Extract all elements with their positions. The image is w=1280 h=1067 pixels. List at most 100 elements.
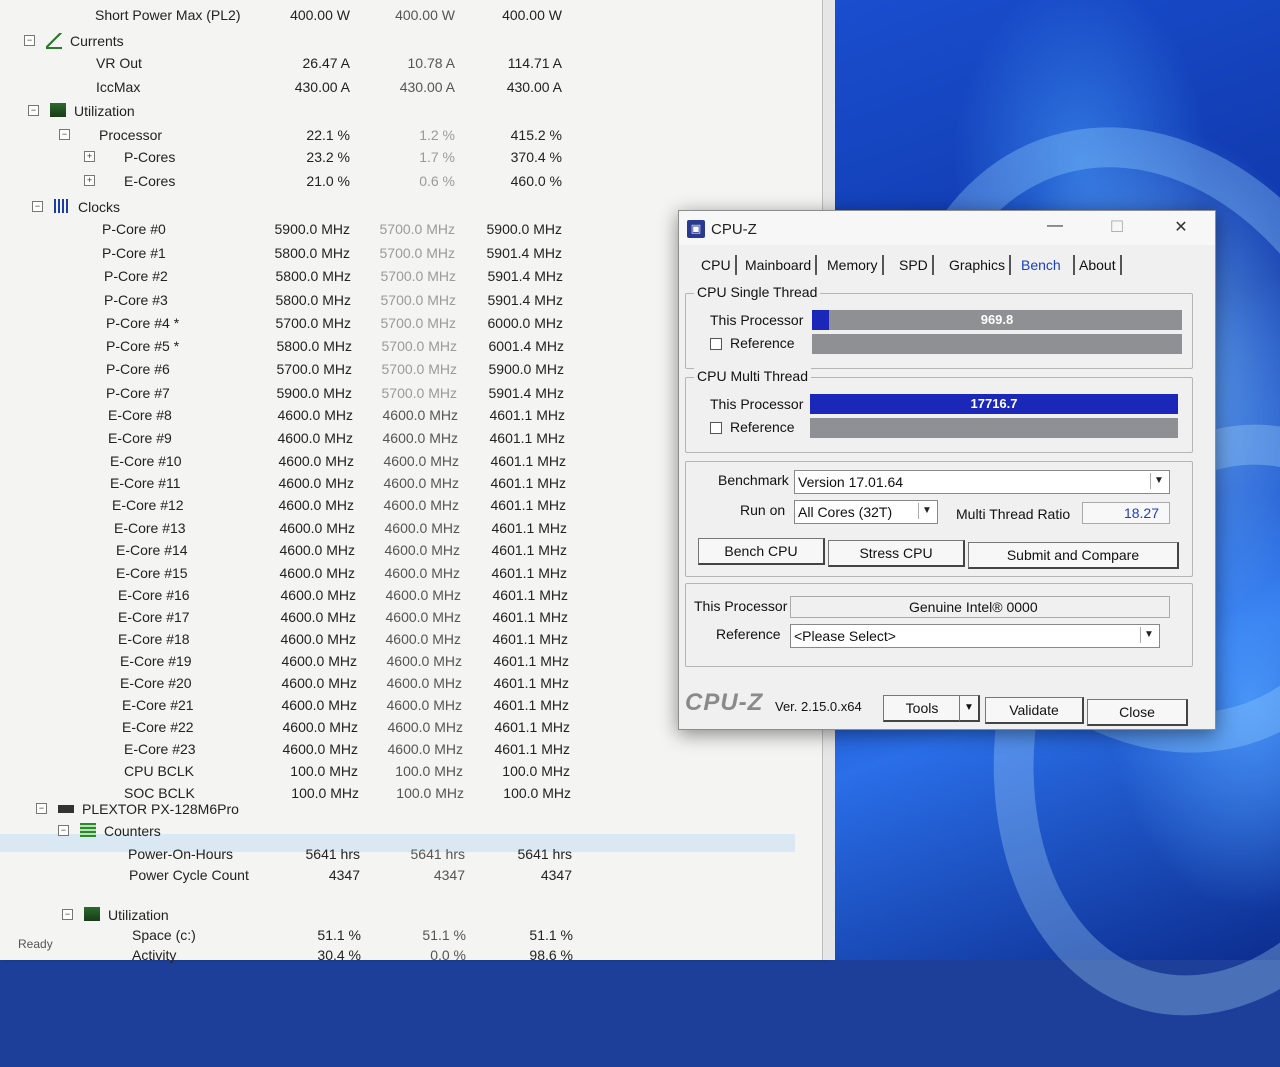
sensor-name: P-Core #4 * <box>106 315 180 331</box>
tab-bench[interactable]: Bench <box>1017 255 1065 275</box>
maximum-value: 4601.1 MHz <box>492 587 568 603</box>
submit-compare-button[interactable]: Submit and Compare <box>968 542 1179 569</box>
sensor-name: E-Core #8 <box>108 407 172 423</box>
multi-reference-checkbox[interactable] <box>710 422 722 434</box>
runon-select[interactable]: All Cores (32T) ▼ <box>794 500 938 524</box>
collapse-toggle[interactable]: − <box>32 201 43 212</box>
tools-dropdown-button[interactable]: ▼ <box>959 695 980 722</box>
sensor-name: Short Power Max (PL2) <box>95 7 241 23</box>
sensor-group-row[interactable]: − Currents <box>0 30 820 52</box>
sensor-group-row[interactable]: − Utilization <box>0 904 820 926</box>
sensor-row[interactable]: Space (c:) 51.1 % 51.1 % 51.1 % <box>0 924 820 946</box>
bench-cpu-button[interactable]: Bench CPU <box>698 538 825 565</box>
collapse-toggle[interactable]: − <box>24 35 35 46</box>
tab-cpu[interactable]: CPU <box>697 255 737 275</box>
tab-graphics[interactable]: Graphics <box>945 255 1012 275</box>
multi-thread-group: CPU Multi Thread This Processor 17716.7 … <box>685 368 1193 453</box>
current-value: 5800.0 MHz <box>275 268 351 284</box>
sensor-name: E-Core #16 <box>118 587 190 603</box>
minimum-value: 0.6 % <box>419 173 455 189</box>
sensor-row[interactable]: + E-Cores 21.0 % 0.6 % 460.0 % <box>0 170 820 192</box>
tab-about[interactable]: About <box>1073 255 1122 275</box>
minimum-value: 4600.0 MHz <box>385 609 461 625</box>
sensor-name: P-Core #3 <box>104 292 168 308</box>
expand-toggle[interactable]: + <box>84 175 95 186</box>
sensor-row[interactable]: E-Core #23 4600.0 MHz 4600.0 MHz 4601.1 MHz <box>0 738 820 760</box>
close-window-button[interactable]: ✕ <box>1161 217 1201 241</box>
maximum-value: 4601.1 MHz <box>492 609 568 625</box>
maximum-value: 4601.1 MHz <box>493 653 569 669</box>
maximum-value: 4601.1 MHz <box>491 565 567 581</box>
current-value: 4600.0 MHz <box>277 430 353 446</box>
minimize-button[interactable]: — <box>1035 217 1075 241</box>
sensor-group-row[interactable]: − PLEXTOR PX-128M6Pro <box>0 798 820 820</box>
validate-button[interactable]: Validate <box>985 697 1084 724</box>
sensor-row[interactable]: CPU BCLK 100.0 MHz 100.0 MHz 100.0 MHz <box>0 760 820 782</box>
sensor-name: Processor <box>99 127 163 143</box>
tab-spd[interactable]: SPD <box>895 255 934 275</box>
maximum-value: 6001.4 MHz <box>488 338 564 354</box>
ratio-label: Multi Thread Ratio <box>956 506 1071 522</box>
sensor-name: P-Core #0 <box>102 221 166 237</box>
sensor-group-row[interactable]: − Utilization <box>0 100 820 122</box>
sensor-row[interactable]: Power-On-Hours 5641 hrs 5641 hrs 5641 hrs <box>0 843 820 865</box>
sensor-row[interactable]: VR Out 26.47 A 10.78 A 114.71 A <box>0 52 820 74</box>
sensor-row[interactable]: + P-Cores 23.2 % 1.7 % 370.4 % <box>0 146 820 168</box>
sensor-row[interactable]: IccMax 430.00 A 430.00 A 430.00 A <box>0 76 820 98</box>
current-value: 5700.0 MHz <box>275 315 351 331</box>
collapse-toggle[interactable]: − <box>62 909 73 920</box>
counter-icon <box>80 823 96 837</box>
tools-button[interactable]: Tools <box>883 695 962 722</box>
minimum-value: 10.78 A <box>407 55 456 71</box>
sensor-row[interactable]: − Processor 22.1 % 1.2 % 415.2 % <box>0 124 820 146</box>
maximum-value: 415.2 % <box>510 127 562 143</box>
tab-mainboard[interactable]: Mainboard <box>741 255 818 275</box>
sensor-name: IccMax <box>96 79 141 95</box>
minimum-value: 51.1 % <box>422 927 466 943</box>
maximum-value: 4601.1 MHz <box>490 497 566 513</box>
maximize-button[interactable]: ☐ <box>1097 217 1137 241</box>
current-value: 100.0 MHz <box>290 763 358 779</box>
cpuz-titlebar[interactable]: ▣ CPU-Z — ☐ ✕ <box>679 211 1215 245</box>
benchmark-version-select[interactable]: Version 17.01.64 ▼ <box>794 470 1170 494</box>
collapse-toggle[interactable]: − <box>28 105 39 116</box>
maximum-value: 5901.4 MHz <box>488 385 564 401</box>
expand-toggle[interactable]: − <box>59 129 70 140</box>
sensor-name: Currents <box>70 33 124 49</box>
multi-this-bar: 17716.7 <box>810 394 1178 414</box>
current-value: 4600.0 MHz <box>281 675 357 691</box>
collapse-toggle[interactable]: − <box>58 825 69 836</box>
sensor-name: Clocks <box>78 199 121 215</box>
current-value: 5800.0 MHz <box>276 338 352 354</box>
maximum-value: 4601.1 MHz <box>493 697 569 713</box>
maximum-value: 370.4 % <box>510 149 562 165</box>
stress-cpu-button[interactable]: Stress CPU <box>828 540 965 567</box>
current-value: 5800.0 MHz <box>275 292 351 308</box>
sensor-row[interactable]: Activity 30.4 % 0.0 % 98.6 % <box>0 944 820 966</box>
minimum-value: 4600.0 MHz <box>384 565 460 581</box>
minimum-value: 430.00 A <box>399 79 455 95</box>
sensor-name: P-Core #2 <box>104 268 168 284</box>
maximum-value: 4601.1 MHz <box>494 719 570 735</box>
sensor-name: E-Core #11 <box>110 475 181 491</box>
this-processor-value: Genuine Intel® 0000 <box>909 599 1038 615</box>
close-button[interactable]: Close <box>1087 699 1188 726</box>
maximum-value: 4601.1 MHz <box>492 631 568 647</box>
current-value: 23.2 % <box>306 149 350 165</box>
current-value: 400.00 W <box>290 7 350 23</box>
sensor-name: E-Core #13 <box>114 520 186 536</box>
sensor-row[interactable]: Short Power Max (PL2) 400.00 W 400.00 W 400… <box>0 4 820 26</box>
reference-select[interactable]: <Please Select> ▼ <box>790 624 1160 648</box>
current-value: 30.4 % <box>317 947 361 963</box>
collapse-toggle[interactable]: − <box>36 803 47 814</box>
utilization-icon <box>84 907 100 921</box>
maximum-value: 4601.1 MHz <box>491 520 567 536</box>
benchmark-version-value: Version 17.01.64 <box>798 474 904 490</box>
single-reference-checkbox[interactable] <box>710 338 722 350</box>
current-value: 430.00 A <box>294 79 350 95</box>
expand-toggle[interactable]: + <box>84 151 95 162</box>
sensor-group-row[interactable]: − Counters <box>0 820 820 842</box>
tab-memory[interactable]: Memory <box>823 255 884 275</box>
current-value: 4600.0 MHz <box>279 542 355 558</box>
sensor-row[interactable]: Power Cycle Count 4347 4347 4347 <box>0 864 820 886</box>
